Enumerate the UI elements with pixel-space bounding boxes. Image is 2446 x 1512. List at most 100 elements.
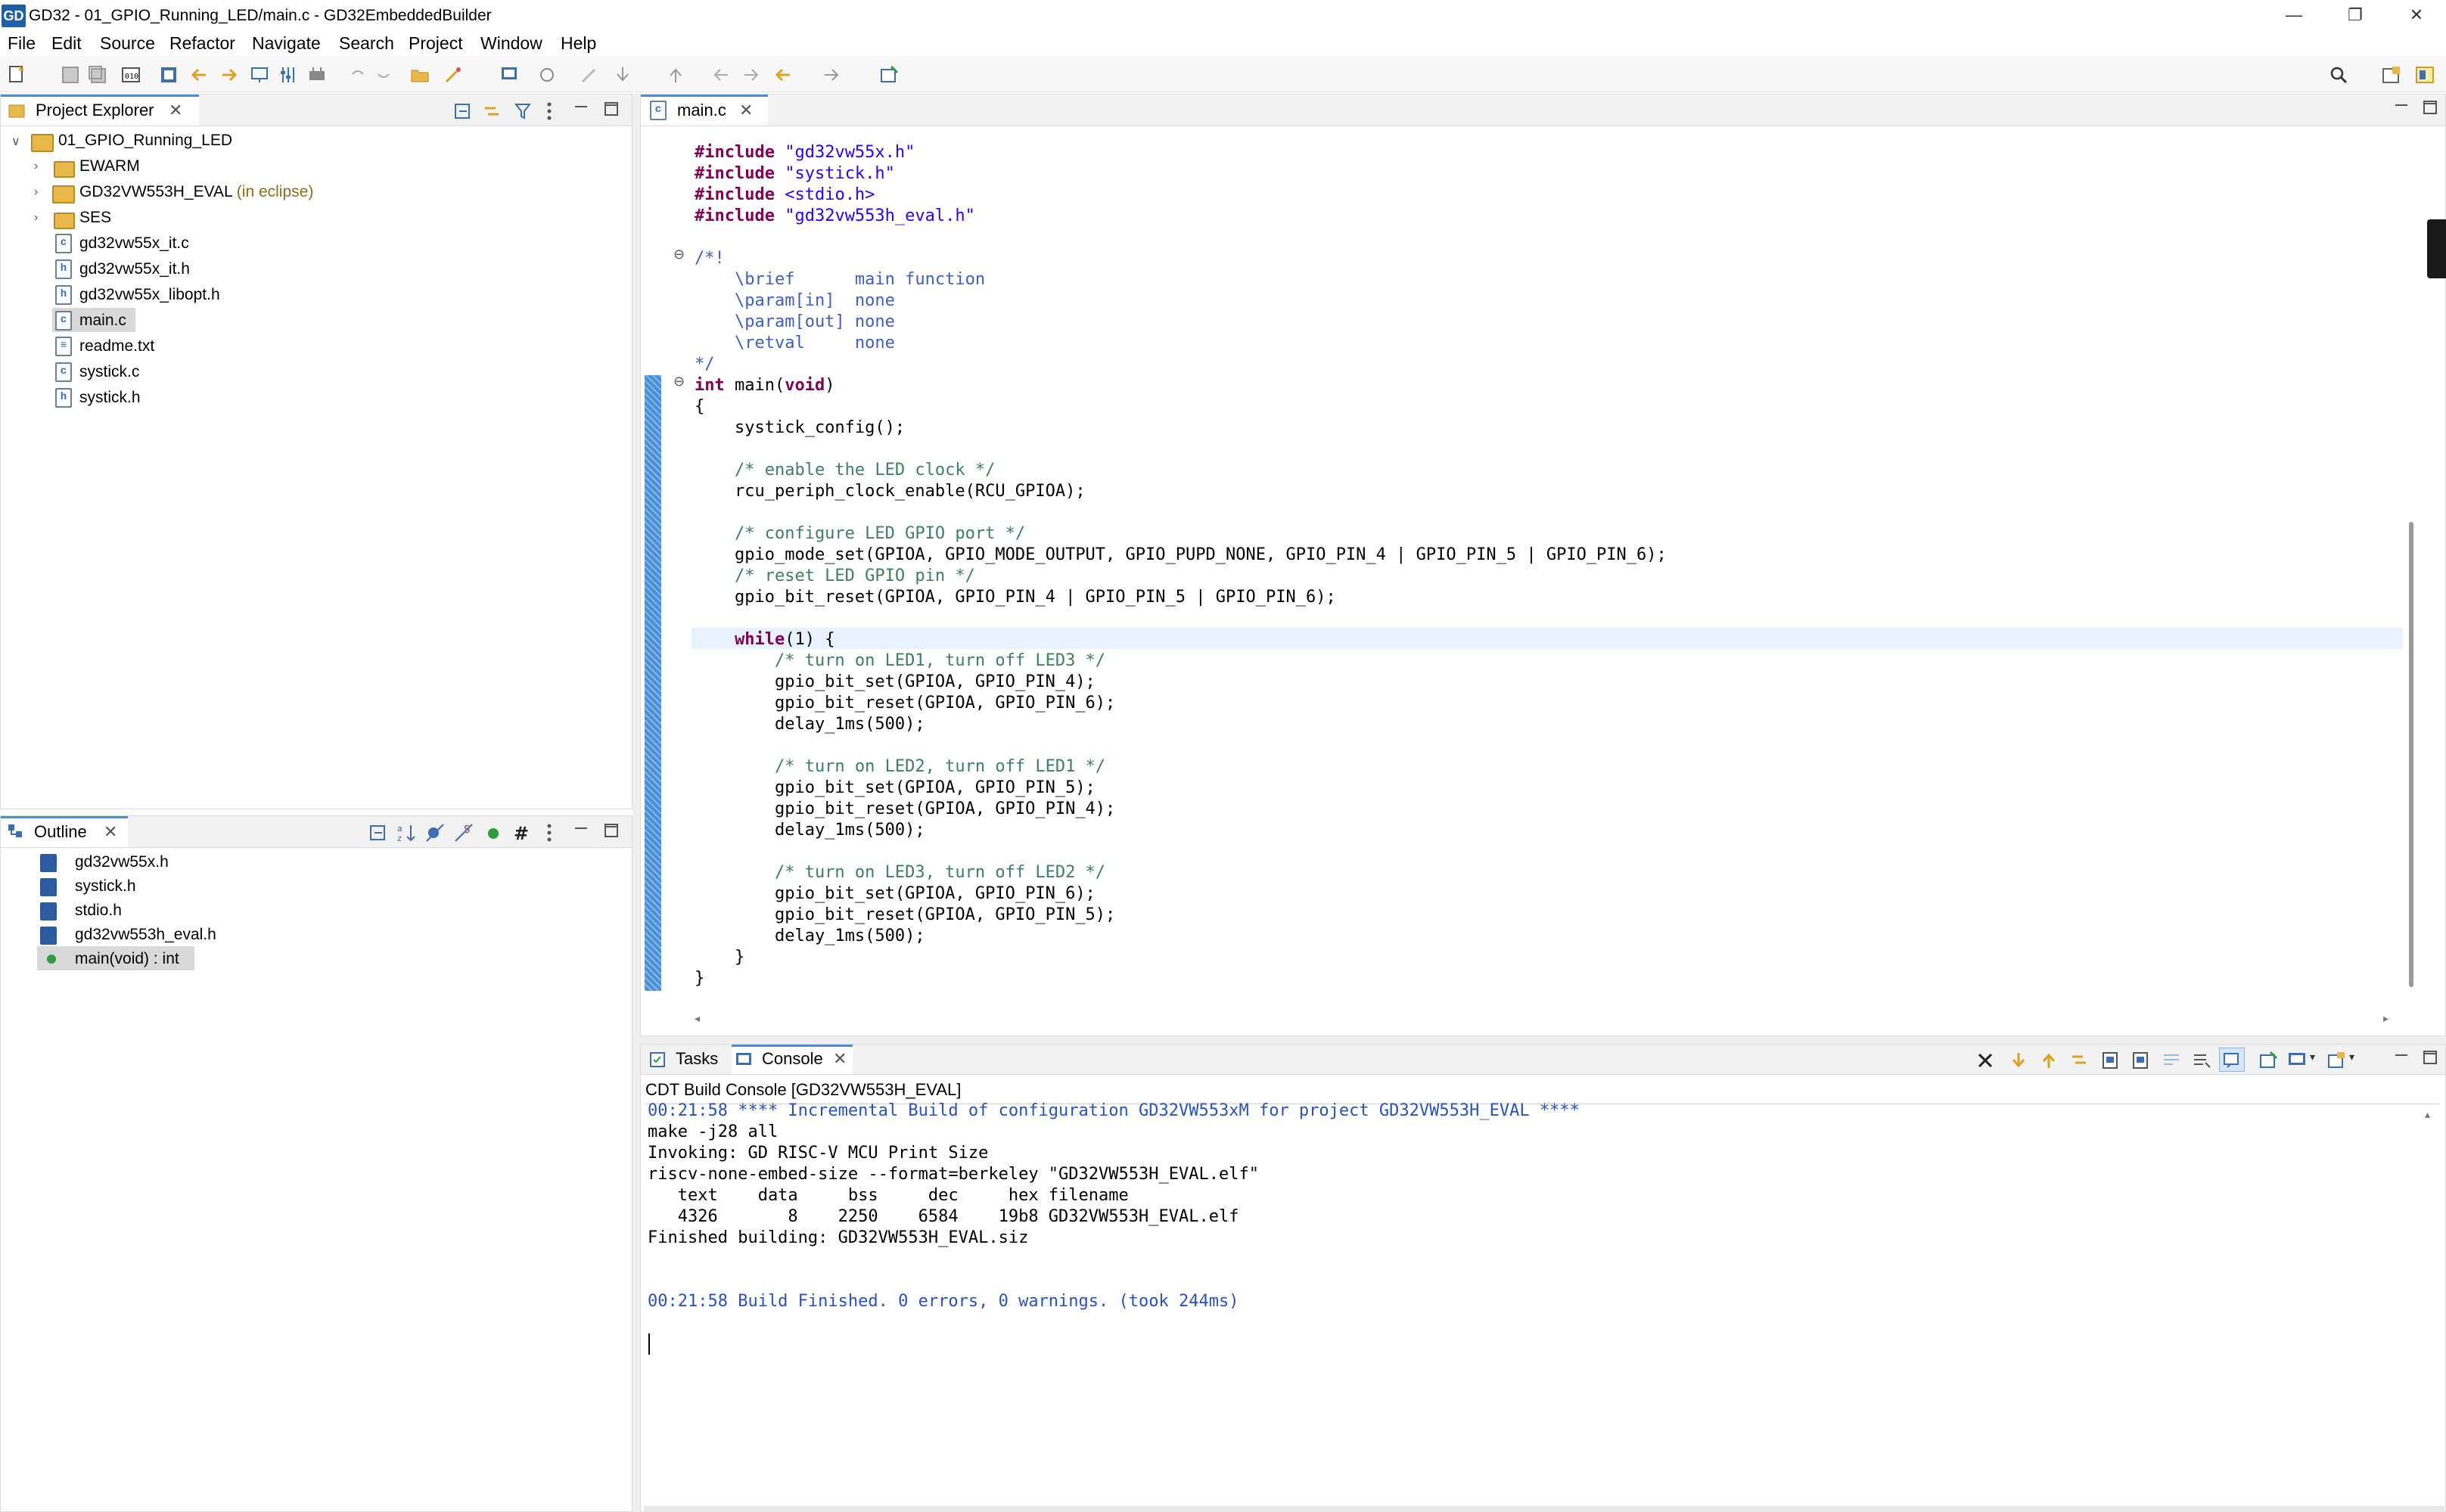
tree-item-file[interactable]: main.c (79, 309, 126, 333)
hide-static-icon[interactable]: S (453, 822, 474, 843)
save-icon[interactable] (61, 65, 80, 85)
redo-icon[interactable] (374, 65, 393, 85)
tab-tasks[interactable]: Tasks (676, 1048, 718, 1070)
hide-macros-icon[interactable]: # (512, 822, 533, 843)
maximize-button[interactable]: ❐ (2326, 0, 2385, 32)
tree-item-ewarm[interactable]: EWARM (79, 154, 140, 179)
open-folder-icon[interactable] (410, 65, 430, 85)
editor-scrollbar-thumb[interactable] (2409, 522, 2413, 987)
console-hscrollbar[interactable] (644, 1506, 2444, 1512)
tree-item-ses[interactable]: SES (79, 206, 111, 230)
minimize-view-icon[interactable] (573, 101, 589, 117)
nav-back-icon[interactable] (773, 65, 793, 85)
pen-icon[interactable] (580, 65, 599, 85)
chevron-right-icon[interactable]: › (34, 160, 38, 173)
tree-item-file[interactable]: systick.c (79, 360, 139, 384)
tree-item-file[interactable]: gd32vw55x_libopt.h (79, 283, 220, 307)
dropdown-arrow-icon[interactable]: ▾ (2349, 1051, 2354, 1063)
device-icon[interactable] (307, 65, 327, 85)
build-icon[interactable] (159, 65, 179, 85)
search-icon[interactable] (2329, 65, 2348, 85)
horizontal-sash[interactable] (640, 1036, 2446, 1044)
pin-editor-icon[interactable] (879, 65, 899, 85)
save-all-icon[interactable] (88, 65, 107, 85)
side-handle[interactable] (2427, 219, 2446, 278)
maximize-view-icon[interactable] (2422, 99, 2438, 116)
menu-source[interactable]: Source (100, 32, 155, 54)
outline-item[interactable]: systick.h (75, 874, 136, 899)
last-edit-icon[interactable] (711, 65, 731, 85)
minimize-view-icon[interactable] (2393, 99, 2410, 116)
outline-item[interactable]: gd32vw553h_eval.h (75, 923, 216, 947)
close-editor-tab-icon[interactable]: ✕ (739, 99, 753, 122)
word-wrap-icon[interactable] (2162, 1051, 2181, 1070)
chevron-right-icon[interactable]: › (34, 185, 38, 199)
tree-item-gd32vw553h-eval[interactable]: GD32VW553H_EVAL (in eclipse) (79, 180, 313, 204)
scroll-lock-icon[interactable] (2069, 1051, 2089, 1070)
chevron-right-icon[interactable]: › (34, 211, 38, 225)
collapse-all-icon[interactable] (368, 824, 388, 842)
link-editor-icon[interactable] (482, 102, 502, 120)
wand-icon[interactable] (443, 65, 463, 85)
close-console-icon[interactable]: ✕ (833, 1048, 847, 1070)
tree-item-file[interactable]: gd32vw55x_it.c (79, 231, 189, 256)
display-console-icon[interactable] (2287, 1051, 2307, 1070)
open-console-icon[interactable] (2258, 1051, 2278, 1070)
close-project-explorer-icon[interactable]: ✕ (169, 99, 182, 122)
debug-icon[interactable] (250, 65, 269, 85)
outline-item[interactable]: stdio.h (75, 899, 122, 923)
prev-error-icon[interactable] (2039, 1051, 2059, 1070)
show-console-icon[interactable] (2192, 1051, 2211, 1070)
scroll-right-icon[interactable]: ▸ (2383, 1012, 2389, 1025)
prev-annotation-icon[interactable] (666, 65, 685, 85)
forward-arrow-icon[interactable] (219, 65, 239, 85)
close-outline-icon[interactable]: ✕ (104, 821, 117, 843)
new-console-icon[interactable] (2326, 1051, 2346, 1070)
scroll-up-icon[interactable]: ▴ (2425, 1108, 2430, 1121)
view-menu-icon[interactable] (545, 101, 553, 122)
menu-search[interactable]: Search (339, 32, 394, 54)
maximize-view-icon[interactable] (603, 822, 620, 839)
undo-icon[interactable] (348, 65, 368, 85)
tree-root-project[interactable]: 01_GPIO_Running_LED (58, 129, 232, 153)
menu-window[interactable]: Window (480, 32, 542, 54)
new-icon[interactable] (8, 65, 27, 85)
terminate-icon[interactable] (1975, 1051, 1995, 1070)
collapse-all-icon[interactable] (453, 102, 473, 120)
maximize-view-icon[interactable] (2422, 1049, 2438, 1066)
tree-item-file[interactable]: readme.txt (79, 334, 154, 359)
menu-file[interactable]: File (8, 32, 36, 54)
filter-icon[interactable] (514, 102, 532, 120)
tree-item-file[interactable]: gd32vw55x_it.h (79, 257, 190, 281)
sort-icon[interactable]: az (396, 822, 417, 843)
fold-toggle-icon[interactable]: ⊖ (673, 247, 685, 262)
tree-item-file[interactable]: systick.h (79, 386, 141, 410)
back-arrow-icon[interactable] (189, 65, 209, 85)
menu-navigate[interactable]: Navigate (252, 32, 321, 54)
view-menu-icon[interactable] (545, 822, 553, 843)
green-dot-icon[interactable] (485, 825, 502, 842)
nav-forward-icon[interactable] (822, 65, 841, 85)
menu-edit[interactable]: Edit (51, 32, 82, 54)
settings-sliders-icon[interactable] (278, 65, 298, 85)
copy-build-log-icon[interactable] (2101, 1051, 2121, 1070)
outline-item[interactable]: main(void) : int (75, 947, 179, 971)
outline-item[interactable]: gd32vw55x.h (75, 850, 169, 874)
open-perspective-icon[interactable] (2382, 65, 2401, 85)
menu-project[interactable]: Project (409, 32, 463, 54)
clear-console-icon[interactable] (2131, 1051, 2151, 1070)
refresh-icon[interactable] (537, 65, 557, 85)
minimize-view-icon[interactable] (2393, 1049, 2410, 1066)
next-error-icon[interactable] (2009, 1051, 2028, 1070)
binary-icon[interactable]: 010 (121, 65, 141, 85)
dropdown-arrow-icon[interactable]: ▾ (2310, 1051, 2315, 1063)
hide-fields-icon[interactable] (424, 822, 446, 843)
close-window-button[interactable]: ✕ (2387, 0, 2446, 32)
next-annotation-icon[interactable] (613, 65, 632, 85)
chevron-down-icon[interactable]: ∨ (11, 134, 20, 149)
menu-help[interactable]: Help (561, 32, 596, 54)
cpp-perspective-icon[interactable] (2415, 65, 2435, 85)
vertical-sash[interactable] (632, 94, 640, 1512)
scroll-left-icon[interactable]: ◂ (695, 1012, 700, 1025)
menu-refactor[interactable]: Refactor (169, 32, 235, 54)
